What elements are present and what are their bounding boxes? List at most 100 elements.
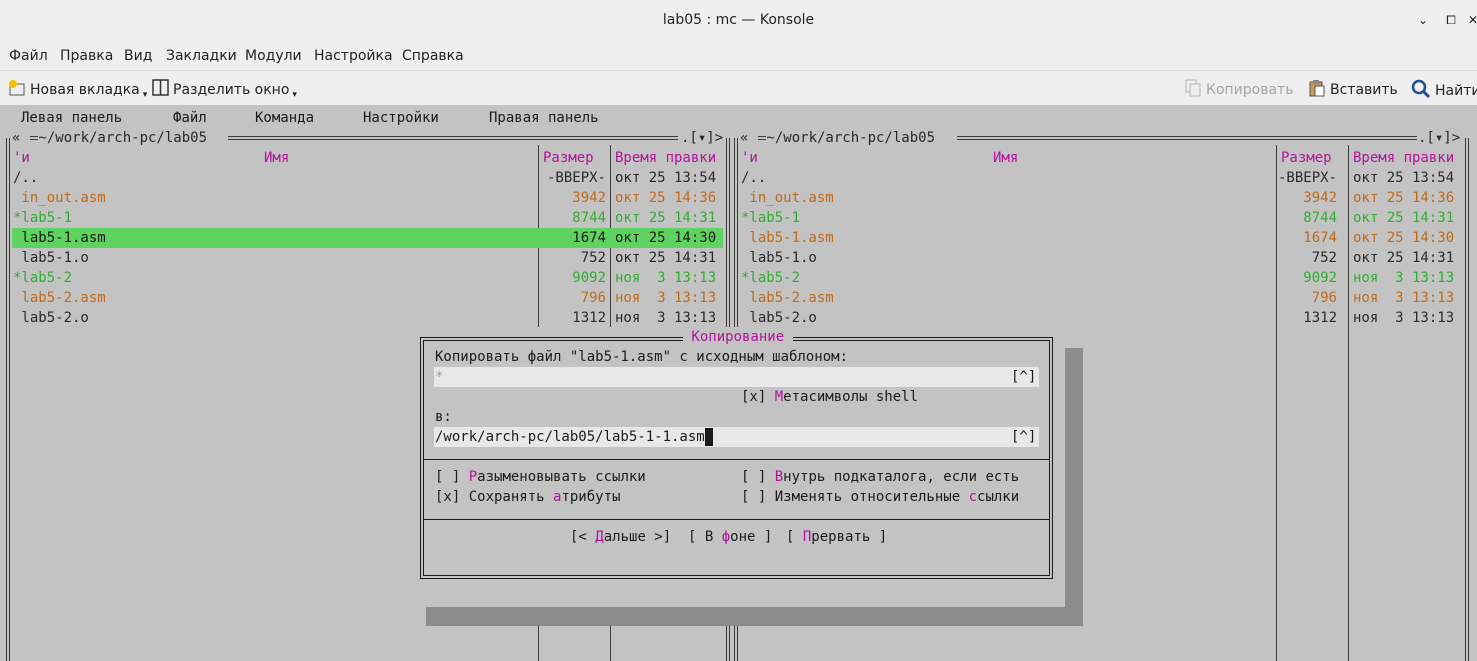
checkbox-label: етасимволы shell <box>783 389 919 405</box>
shell-patterns-checkbox[interactable]: [x] Метасимволы shell <box>741 387 918 407</box>
file-name: lab5-1.asm <box>13 230 106 246</box>
paste-label: Вставить <box>1330 82 1398 98</box>
column-header-name[interactable]: Имя <box>264 148 289 168</box>
file-size: 8744 <box>572 210 606 226</box>
background-button[interactable]: [ В фоне ] <box>688 527 772 547</box>
column-header-time[interactable]: Время правки <box>615 148 716 168</box>
menu-help[interactable]: Справка <box>402 48 464 64</box>
hotkey: с <box>968 489 978 505</box>
source-history-button[interactable]: [^] <box>1011 367 1036 387</box>
checkbox-label: сылки <box>977 489 1020 505</box>
toolbar: Новая вкладка ▾ Разделить окно ▾ Копиров… <box>0 70 1477 105</box>
right-panel-path[interactable]: ~/work/arch-pc/lab05 <box>758 128 943 148</box>
source-label: Копировать файл "lab5-1.asm" с исходным … <box>435 349 849 365</box>
file-name: lab5-2.o <box>741 310 817 326</box>
file-row[interactable]: /.. -ВВЕРХ-окт 25 13:54 <box>12 168 723 188</box>
preserve-attributes-checkbox[interactable]: [x] Сохранять атрибуты <box>435 487 620 507</box>
button-bracket: [ <box>786 529 803 545</box>
minimize-icon[interactable]: ⌄ <box>1416 13 1430 27</box>
file-size: 1674 <box>1303 230 1337 246</box>
menu-settings[interactable]: Настройка <box>314 48 393 64</box>
file-row[interactable]: lab5-2.o 1312 ноя 3 13:13 <box>740 308 1460 328</box>
checkbox-state: [x] Сохранять <box>435 489 554 505</box>
file-row[interactable]: in_out.asm 3942 окт 25 14:36 <box>12 188 723 208</box>
file-row[interactable]: /.. -ВВЕРХ-окт 25 13:54 <box>740 168 1460 188</box>
mc-menu-right-panel[interactable]: Правая панель <box>489 108 599 128</box>
file-row[interactable]: lab5-1.asm 1674 окт 25 14:30 <box>12 228 723 248</box>
mc-menu-options[interactable]: Настройки <box>363 108 439 128</box>
file-size: 1312 <box>572 310 606 326</box>
left-panel-hotlist[interactable]: .[▾]> <box>681 128 723 148</box>
file-row[interactable]: in_out.asm 3942 окт 25 14:36 <box>740 188 1460 208</box>
window-titlebar[interactable]: lab05 : mc — Konsole ⌄ ⧠ ✕ <box>0 0 1477 42</box>
file-size: 796 <box>580 290 606 306</box>
column-header-time[interactable]: Время правки <box>1353 148 1454 168</box>
abort-button[interactable]: [ Прервать ] <box>786 527 887 547</box>
menu-edit[interactable]: Правка <box>60 48 113 64</box>
file-row[interactable]: lab5-2.asm 796 ноя 3 13:13 <box>740 288 1460 308</box>
file-row[interactable]: lab5-1.asm 1674 окт 25 14:30 <box>740 228 1460 248</box>
close-icon[interactable]: ✕ <box>1466 13 1477 27</box>
file-time: окт 25 14:31 <box>615 210 717 226</box>
mc-menu-file[interactable]: Файл <box>173 108 207 128</box>
file-row[interactable]: *lab5-1 8744 окт 25 14:31 <box>12 208 723 228</box>
menu-bookmarks[interactable]: Закладки <box>166 48 237 64</box>
file-name: lab5-1.o <box>741 250 817 266</box>
sort-indicator[interactable]: 'и <box>741 148 758 168</box>
right-panel-hotlist[interactable]: .[▾]> <box>1418 128 1460 148</box>
file-row[interactable]: lab5-1.o 752 окт 25 14:31 <box>12 248 723 268</box>
panel-border <box>957 136 1417 140</box>
file-time: ноя 3 13:13 <box>1353 290 1455 306</box>
menu-view[interactable]: Вид <box>124 48 152 64</box>
file-row[interactable]: lab5-1.o 752 окт 25 14:31 <box>740 248 1460 268</box>
destination-value: /work/arch-pc/lab05/lab5-1-1.asm <box>435 427 713 447</box>
column-header-size[interactable]: Размер <box>543 148 594 168</box>
file-size: 3942 <box>572 190 606 206</box>
button-bracket: [ В <box>688 529 722 545</box>
file-name: lab5-1.asm <box>741 230 834 246</box>
dive-into-subdir-checkbox[interactable]: [ ] Внутрь подкаталога, если есть <box>741 467 1019 487</box>
file-name: *lab5-2 <box>741 270 801 286</box>
hotkey: Р <box>468 469 478 485</box>
new-tab-label: Новая вкладка <box>30 82 140 98</box>
file-row[interactable]: *lab5-2 9092 ноя 3 13:13 <box>12 268 723 288</box>
file-time: окт 25 14:36 <box>615 190 717 206</box>
file-size: 796 <box>1311 290 1337 306</box>
file-time: ноя 3 13:13 <box>615 310 717 326</box>
file-name: in_out.asm <box>741 190 834 206</box>
dest-history-button[interactable]: [^] <box>1011 427 1036 447</box>
menu-file[interactable]: Файл <box>9 48 48 64</box>
find-button[interactable]: Найти <box>1411 79 1477 103</box>
continue-button[interactable]: [< Дальше >] <box>570 527 671 547</box>
mc-menu-command[interactable]: Команда <box>255 108 314 128</box>
copy-dialog[interactable]: Копирование Копировать файл "lab5-1.asm"… <box>408 327 1065 607</box>
copy-button[interactable]: Копировать <box>1184 79 1293 101</box>
dialog-separator <box>423 459 1050 460</box>
left-panel-path[interactable]: ~/work/arch-pc/lab05 <box>30 128 215 148</box>
menu-plugins[interactable]: Модули <box>245 48 302 64</box>
file-time: окт 25 14:36 <box>1353 190 1455 206</box>
new-tab-button[interactable]: Новая вкладка ▾ <box>8 79 147 101</box>
column-header-size[interactable]: Размер <box>1281 148 1332 168</box>
split-view-button[interactable]: Разделить окно ▾ <box>152 79 297 100</box>
file-row[interactable]: lab5-2.asm 796 ноя 3 13:13 <box>12 288 723 308</box>
stable-symlinks-checkbox[interactable]: [ ] Изменять относительные ссылки <box>741 487 1019 507</box>
source-pattern-input[interactable]: * [^] <box>434 367 1039 387</box>
file-time: окт 25 14:30 <box>615 230 717 246</box>
checkbox-label: нутрь подкаталога, если есть <box>783 469 1020 485</box>
maximize-icon[interactable]: ⧠ <box>1444 13 1458 27</box>
file-row[interactable]: lab5-2.o 1312 ноя 3 13:13 <box>12 308 723 328</box>
file-row[interactable]: *lab5-2 9092 ноя 3 13:13 <box>740 268 1460 288</box>
destination-input[interactable]: /work/arch-pc/lab05/lab5-1-1.asm [^] <box>434 427 1039 447</box>
column-header-name[interactable]: Имя <box>993 148 1018 168</box>
file-row[interactable]: *lab5-1 8744 окт 25 14:31 <box>740 208 1460 228</box>
paste-button[interactable]: Вставить <box>1308 79 1398 101</box>
dereference-links-checkbox[interactable]: [ ] Разыменовывать ссылки <box>435 467 646 487</box>
find-label: Найти <box>1435 83 1477 99</box>
file-name: /.. <box>741 170 767 186</box>
mc-menu-left-panel[interactable]: Левая панель <box>21 108 122 128</box>
panel-corner: « <box>740 130 749 146</box>
file-time: ноя 3 13:13 <box>615 290 717 306</box>
terminal[interactable]: Левая панель Файл Команда Настройки Прав… <box>0 105 1477 661</box>
sort-indicator[interactable]: 'и <box>13 148 30 168</box>
